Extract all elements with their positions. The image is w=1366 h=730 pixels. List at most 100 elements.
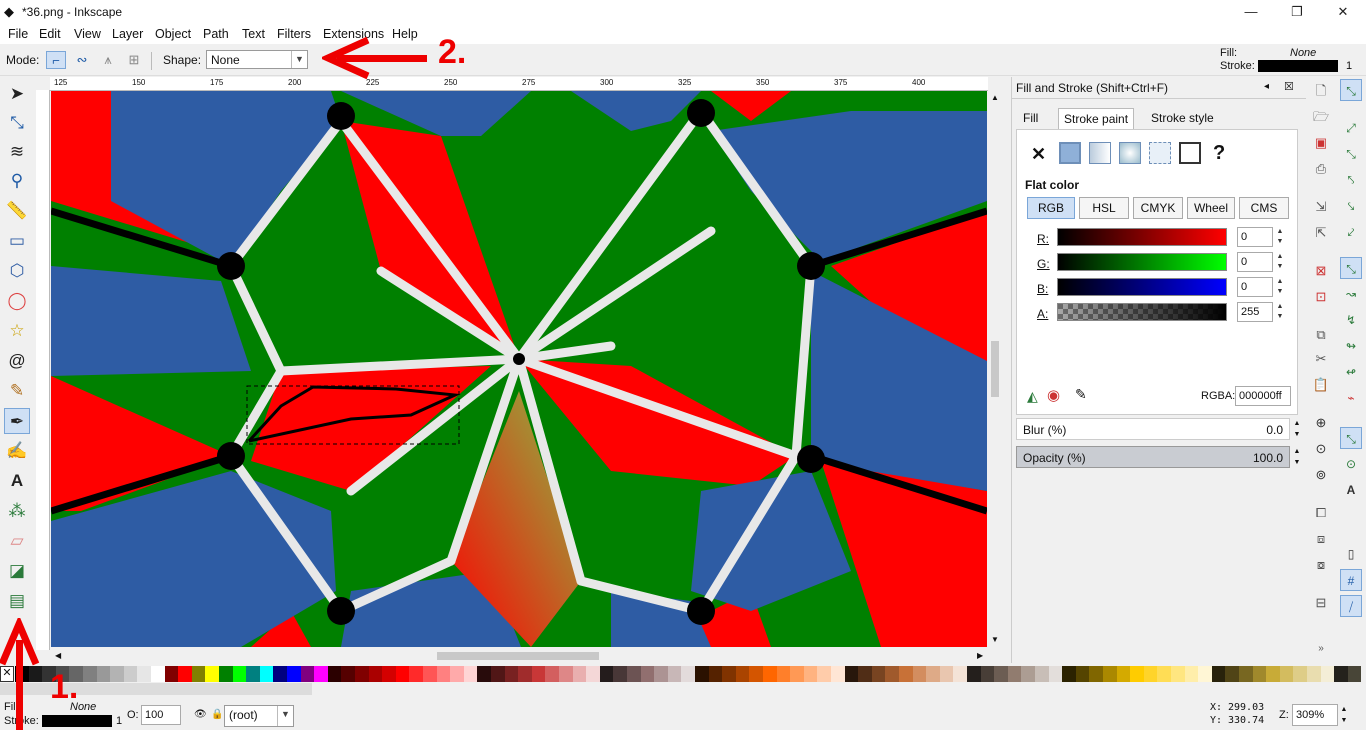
snap-bbox-midpoints-icon[interactable]: ⤥ <box>1340 195 1362 217</box>
palette-swatch[interactable] <box>1252 666 1267 682</box>
linear-gradient-icon[interactable] <box>1089 142 1111 164</box>
horizontal-scrollbar[interactable]: ◀ ▶ <box>51 648 1001 664</box>
mode-hsl-button[interactable]: HSL <box>1079 197 1129 219</box>
palette-swatch[interactable] <box>205 666 219 682</box>
pattern-icon[interactable] <box>1149 142 1171 164</box>
palette-swatch[interactable] <box>300 666 315 682</box>
tab-stroke-style[interactable]: Stroke style <box>1146 108 1219 129</box>
red-slider[interactable] <box>1057 228 1227 246</box>
duplicate-icon[interactable]: ⧠ <box>1311 503 1331 523</box>
palette-swatch[interactable] <box>273 666 287 682</box>
open-icon[interactable]: 🗁 <box>1311 107 1331 127</box>
palette-swatch[interactable] <box>994 666 1008 682</box>
scroll-right-icon[interactable]: ▶ <box>977 651 983 660</box>
palette-swatch[interactable] <box>776 666 791 682</box>
snap-others-icon[interactable]: ⤡ <box>1340 427 1362 449</box>
palette-swatch[interactable] <box>667 666 682 682</box>
fill-value[interactable]: None <box>1290 47 1316 59</box>
palette-swatch[interactable] <box>341 666 355 682</box>
ellipse-tool-icon[interactable]: ◯ <box>4 288 30 314</box>
palette-swatch[interactable] <box>1293 666 1307 682</box>
mode-wheel-button[interactable]: Wheel <box>1187 197 1235 219</box>
zoom-selection-icon[interactable]: ⊕ <box>1311 413 1331 433</box>
palette-swatch[interactable] <box>531 666 546 682</box>
color-picker-icon[interactable]: ✎ <box>1075 386 1087 403</box>
undo-icon[interactable]: ⊠ <box>1311 261 1331 281</box>
palette-swatch[interactable] <box>164 666 179 682</box>
scroll-thumb[interactable] <box>437 652 599 660</box>
palette-swatch[interactable] <box>763 666 777 682</box>
palette-swatch[interactable] <box>722 666 736 682</box>
blur-spin-arrows[interactable]: ▲ ▼ <box>1292 418 1302 440</box>
palette-swatch[interactable] <box>735 666 750 682</box>
palette-swatch[interactable] <box>695 666 709 682</box>
palette-swatch[interactable] <box>1225 666 1239 682</box>
alpha-slider[interactable] <box>1057 303 1227 321</box>
palette-swatch[interactable] <box>953 666 967 682</box>
palette-swatch[interactable] <box>314 666 328 682</box>
palette-swatch[interactable] <box>191 666 206 682</box>
drawing-canvas[interactable] <box>51 91 987 647</box>
palette-swatch[interactable] <box>1239 666 1253 682</box>
palette-swatch[interactable] <box>1334 666 1348 682</box>
palette-swatch[interactable] <box>436 666 451 682</box>
tab-stroke-paint[interactable]: Stroke paint <box>1058 108 1135 129</box>
palette-swatch[interactable] <box>137 666 151 682</box>
snap-guides-icon[interactable]: ⧸ <box>1340 595 1362 617</box>
green-value-input[interactable]: 0 <box>1237 252 1273 272</box>
collapse-icon[interactable]: ◂ <box>1264 81 1269 92</box>
layer-visibility-icon[interactable]: 👁 <box>194 709 207 720</box>
mode-rgb-button[interactable]: RGB <box>1027 197 1075 219</box>
import-icon[interactable]: ⇲ <box>1311 197 1331 217</box>
menu-filters[interactable]: Filters <box>277 27 311 41</box>
alpha-value-input[interactable]: 255 <box>1237 302 1273 322</box>
gradient-tool-icon[interactable]: ▤ <box>4 588 30 614</box>
spiral-tool-icon[interactable]: @ <box>4 348 30 374</box>
flat-color-icon[interactable] <box>1059 142 1081 164</box>
save-icon[interactable]: ▣ <box>1311 133 1331 153</box>
snap-midpoints-icon[interactable]: ⌁ <box>1340 387 1362 409</box>
blue-slider[interactable] <box>1057 278 1227 296</box>
scroll-left-icon[interactable]: ◀ <box>55 651 61 660</box>
snap-bbox-icon[interactable]: ⤢ <box>1340 117 1362 139</box>
clone-icon[interactable]: ⧈ <box>1311 529 1331 549</box>
palette-swatch[interactable] <box>246 666 260 682</box>
selector-tool-icon[interactable]: ➤ <box>4 81 30 107</box>
menu-file[interactable]: File <box>8 27 28 41</box>
opacity-spin-arrows[interactable]: ▲ ▼ <box>1292 446 1302 468</box>
shape-select[interactable]: None ▼ <box>206 50 308 69</box>
palette-swatch[interactable] <box>110 666 124 682</box>
eraser-tool-icon[interactable]: ▱ <box>4 528 30 554</box>
palette-swatch[interactable] <box>1157 666 1171 682</box>
stroke-swatch[interactable] <box>1258 60 1338 72</box>
palette-swatch[interactable] <box>477 666 491 682</box>
minimize-button[interactable]: — <box>1228 0 1274 24</box>
snap-bbox-edges-icon[interactable]: ⤡ <box>1340 143 1362 165</box>
palette-swatch[interactable] <box>463 666 478 682</box>
palette-swatch[interactable] <box>1307 666 1321 682</box>
palette-swatch[interactable] <box>368 666 383 682</box>
snap-nodes-icon[interactable]: ⤡ <box>1340 257 1362 279</box>
text-tool-icon[interactable]: A <box>4 468 30 494</box>
close-panel-icon[interactable]: ☒ <box>1284 80 1294 93</box>
palette-swatch[interactable] <box>899 666 913 682</box>
palette-swatch[interactable] <box>123 666 138 682</box>
scroll-thumb[interactable] <box>991 341 999 397</box>
more-commands-icon[interactable]: » <box>1311 639 1331 659</box>
palette-swatch[interactable] <box>1184 666 1199 682</box>
group-icon[interactable]: ⊟ <box>1311 593 1331 613</box>
palette-swatch[interactable] <box>640 666 655 682</box>
palette-swatch[interactable] <box>1143 666 1158 682</box>
palette-swatch[interactable] <box>28 666 43 682</box>
palette-swatch[interactable] <box>232 666 247 682</box>
blue-value-input[interactable]: 0 <box>1237 277 1273 297</box>
opacity-input[interactable]: 100 <box>141 705 181 725</box>
status-stroke-width[interactable]: 1 <box>116 715 122 727</box>
red-value-input[interactable]: 0 <box>1237 227 1273 247</box>
palette-swatch[interactable] <box>967 666 981 682</box>
palette-swatch[interactable] <box>613 666 627 682</box>
palette-swatch[interactable] <box>450 666 464 682</box>
regular-bezier-mode-icon[interactable]: ⌐ <box>46 51 66 69</box>
palette-swatch[interactable] <box>1103 666 1117 682</box>
rgba-input[interactable]: 000000ff <box>1235 386 1291 406</box>
